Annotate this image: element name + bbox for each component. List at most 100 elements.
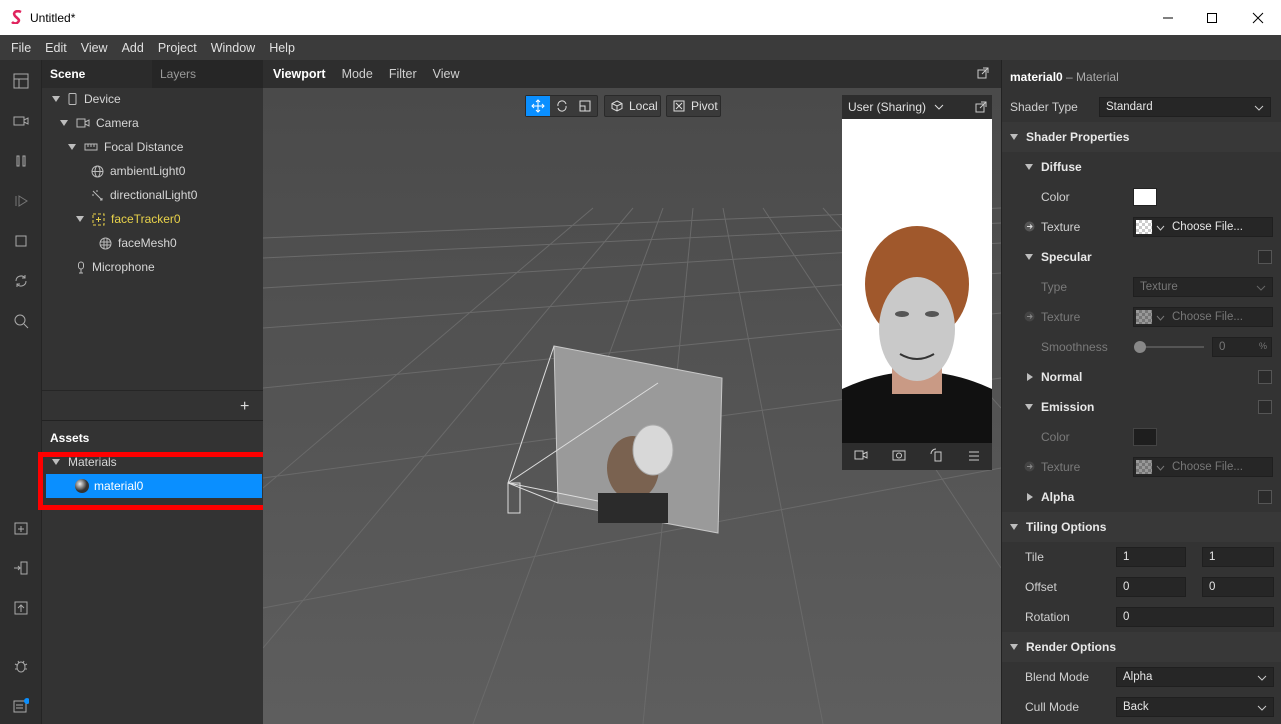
diffuse-texture-row: Texture Choose File... — [1002, 212, 1281, 242]
type-label: Type — [1041, 280, 1068, 294]
offset-y-input[interactable]: 0 — [1202, 577, 1274, 597]
upload-icon[interactable] — [11, 598, 31, 618]
bug-icon[interactable] — [11, 656, 31, 676]
smoothness-slider-thumb[interactable] — [1134, 341, 1146, 353]
scale-tool-icon[interactable] — [573, 100, 597, 112]
preview-device-select[interactable]: User (Sharing) — [842, 95, 992, 119]
tile-label: Tile — [1025, 550, 1044, 564]
menu-add[interactable]: Add — [115, 41, 151, 55]
menu-help[interactable]: Help — [262, 41, 302, 55]
capture-photo-icon[interactable] — [892, 449, 906, 464]
tree-item-face-mesh[interactable]: faceMesh0 — [99, 231, 177, 255]
menu-project[interactable]: Project — [151, 41, 204, 55]
cull-mode-select[interactable]: Back — [1116, 697, 1274, 717]
specular-texture-row: Texture Choose File... — [1002, 302, 1281, 332]
smoothness-input[interactable]: 0% — [1212, 337, 1272, 357]
add-object-button[interactable]: + — [240, 398, 249, 416]
rotate-tool-icon[interactable] — [550, 100, 574, 112]
tree-item-directional-light[interactable]: directionalLight0 — [91, 183, 197, 207]
checker-icon — [1136, 220, 1152, 234]
shader-type-select[interactable]: Standard — [1099, 97, 1271, 117]
import-icon[interactable] — [11, 518, 31, 538]
chevron-down-icon — [1156, 223, 1165, 235]
inspector-header: material0 – Material — [1010, 70, 1119, 84]
play-icon[interactable] — [11, 191, 31, 211]
specular-texture-select[interactable]: Choose File... — [1133, 307, 1273, 327]
emission-color-swatch[interactable] — [1133, 428, 1157, 446]
link-arrow-icon[interactable] — [1024, 311, 1035, 325]
refresh-icon[interactable] — [11, 271, 31, 291]
normal-header[interactable]: Normal — [1002, 362, 1281, 392]
search-icon[interactable] — [11, 311, 31, 331]
shader-properties-header[interactable]: Shader Properties — [1002, 122, 1281, 152]
link-arrow-icon[interactable] — [1024, 461, 1035, 475]
rotate-device-icon[interactable] — [930, 448, 944, 465]
export-device-icon[interactable] — [11, 558, 31, 578]
link-arrow-icon[interactable] — [1024, 221, 1035, 235]
preview-popout-icon[interactable] — [975, 101, 987, 116]
directional-light-icon — [91, 189, 104, 202]
blend-mode-select[interactable]: Alpha — [1116, 667, 1274, 687]
tree-label: faceMesh0 — [118, 236, 177, 250]
emission-texture-row: Texture Choose File... — [1002, 452, 1281, 482]
normal-checkbox[interactable] — [1258, 370, 1272, 384]
tab-scene[interactable]: Scene — [42, 60, 152, 88]
diffuse-color-swatch[interactable] — [1133, 188, 1157, 206]
tab-mode[interactable]: Mode — [334, 67, 381, 81]
local-button[interactable]: Local — [604, 95, 661, 117]
local-label: Local — [629, 99, 658, 113]
close-button[interactable] — [1235, 0, 1281, 35]
alpha-header[interactable]: Alpha — [1002, 482, 1281, 512]
tile-y-input[interactable]: 1 — [1202, 547, 1274, 567]
pause-icon[interactable] — [11, 151, 31, 171]
menu-window[interactable]: Window — [204, 41, 262, 55]
specular-header[interactable]: Specular — [1002, 242, 1281, 272]
tab-filter[interactable]: Filter — [381, 67, 425, 81]
tree-item-face-tracker[interactable]: faceTracker0 — [76, 207, 181, 231]
specular-type-select[interactable]: Texture — [1133, 277, 1273, 297]
diffuse-header[interactable]: Diffuse — [1002, 152, 1281, 182]
emission-texture-select[interactable]: Choose File... — [1133, 457, 1273, 477]
tab-view[interactable]: View — [425, 67, 468, 81]
chevron-down-icon — [1257, 673, 1267, 685]
smoothness-slider-track[interactable] — [1140, 346, 1204, 348]
minimize-button[interactable] — [1145, 0, 1191, 35]
tile-x-input[interactable]: 1 — [1116, 547, 1186, 567]
tab-viewport[interactable]: Viewport — [265, 67, 334, 81]
maximize-button[interactable] — [1189, 0, 1235, 35]
tree-item-device[interactable]: Device — [52, 87, 121, 111]
tab-layers[interactable]: Layers — [152, 60, 263, 88]
checker-icon — [1136, 460, 1152, 474]
stop-icon[interactable] — [11, 231, 31, 251]
record-video-icon[interactable] — [854, 449, 868, 464]
tree-item-ambient-light[interactable]: ambientLight0 — [91, 159, 185, 183]
console-icon[interactable] — [11, 696, 31, 716]
tree-item-camera[interactable]: Camera — [60, 111, 139, 135]
menu-edit[interactable]: Edit — [38, 41, 74, 55]
pivot-icon — [673, 100, 685, 112]
tiling-options-header[interactable]: Tiling Options — [1002, 512, 1281, 542]
layout-icon[interactable] — [11, 71, 31, 91]
offset-y-value: 0 — [1209, 581, 1216, 593]
tree-item-focal-distance[interactable]: Focal Distance — [68, 135, 183, 159]
emission-header[interactable]: Emission — [1002, 392, 1281, 422]
render-options-header[interactable]: Render Options — [1002, 632, 1281, 662]
menu-icon[interactable] — [968, 450, 980, 464]
offset-x-input[interactable]: 0 — [1116, 577, 1186, 597]
menu-view[interactable]: View — [74, 41, 115, 55]
popout-icon[interactable] — [977, 67, 989, 82]
tree-item-microphone[interactable]: Microphone — [76, 255, 155, 279]
rotation-input[interactable]: 0 — [1116, 607, 1274, 627]
pivot-button[interactable]: Pivot — [666, 95, 721, 117]
emission-checkbox[interactable] — [1258, 400, 1272, 414]
smoothness-value: 0 — [1219, 341, 1226, 353]
ruler-icon — [84, 142, 98, 152]
video-icon[interactable] — [11, 111, 31, 131]
tree-label: Microphone — [92, 260, 155, 274]
menu-file[interactable]: File — [4, 41, 38, 55]
cull-mode-label: Cull Mode — [1025, 700, 1080, 714]
diffuse-texture-select[interactable]: Choose File... — [1133, 217, 1273, 237]
specular-checkbox[interactable] — [1258, 250, 1272, 264]
alpha-checkbox[interactable] — [1258, 490, 1272, 504]
move-tool-icon[interactable] — [526, 96, 550, 116]
